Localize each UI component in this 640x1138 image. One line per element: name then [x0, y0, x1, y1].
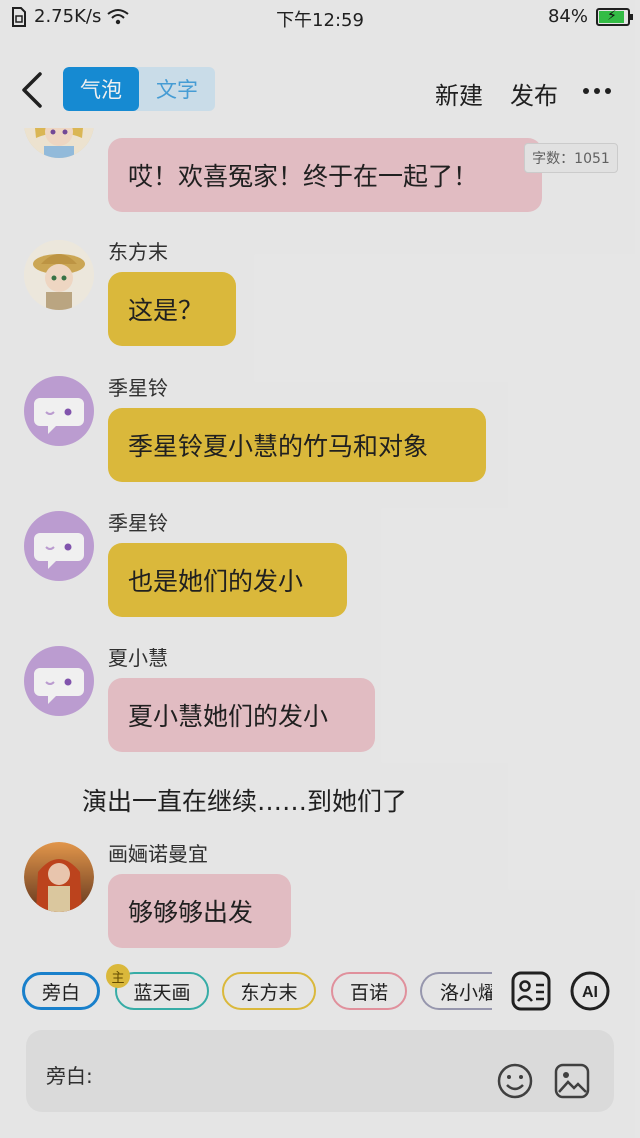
- sender-name: 东方末: [108, 240, 168, 264]
- message-bubble[interactable]: 夏小慧她们的发小: [108, 678, 375, 752]
- battery-icon: ⚡: [596, 7, 633, 26]
- image-icon: [554, 1063, 590, 1099]
- svg-text:AI: AI: [582, 984, 598, 1001]
- message-text: 季星铃夏小慧的竹马和对象: [128, 432, 429, 461]
- sender-name: 画婳诺曼宜: [108, 842, 208, 866]
- chip-label: 蓝天画: [133, 981, 191, 1004]
- chip-label: 东方末: [240, 981, 298, 1004]
- message-bubble[interactable]: 也是她们的发小: [108, 543, 347, 617]
- message-bubble[interactable]: 这是？: [108, 272, 236, 346]
- chip-bainuo[interactable]: 百诺: [331, 972, 407, 1010]
- emoji-button[interactable]: [496, 1062, 534, 1100]
- back-button[interactable]: [14, 68, 54, 112]
- message-bubble[interactable]: 季星铃夏小慧的竹马和对象: [108, 408, 486, 482]
- chip-narrator[interactable]: 旁白: [22, 972, 100, 1010]
- sender-name: 季星铃: [108, 376, 168, 400]
- chip-label: 洛小燿: [440, 981, 492, 1004]
- message-input[interactable]: 旁白:: [26, 1030, 614, 1112]
- message-text: 夏小慧她们的发小: [128, 702, 329, 731]
- default-chat-avatar[interactable]: [24, 511, 94, 581]
- chip-label: 旁白: [41, 981, 80, 1004]
- status-bar: 2.75K/s 下午12:59 84% ⚡: [0, 0, 640, 34]
- new-button[interactable]: 新建: [435, 76, 483, 111]
- chevron-left-icon: [22, 72, 42, 108]
- ai-icon: AI: [570, 971, 610, 1011]
- default-chat-avatar[interactable]: [24, 646, 94, 716]
- chip-dongfangmo[interactable]: 东方末: [222, 972, 316, 1010]
- message-text: 这是？: [128, 296, 204, 325]
- narration-text[interactable]: 演出一直在继续……到她们了: [82, 782, 407, 818]
- message-text: 也是她们的发小: [128, 567, 304, 596]
- message-bubble[interactable]: 够够够出发: [108, 874, 291, 948]
- publish-button[interactable]: 发布: [510, 76, 558, 111]
- character-selector: 旁白 蓝天画 主 东方末 百诺 洛小燿 AI: [0, 962, 640, 1020]
- sender-name: 季星铃: [108, 511, 168, 535]
- status-time: 下午12:59: [276, 10, 364, 31]
- boy-hat-avatar[interactable]: [24, 240, 94, 310]
- message-text: 够够够出发: [128, 898, 254, 927]
- chat-area[interactable]: 哎！欢喜冤家！终于在一起了！ 东方末 这是？ 季星铃 季星铃夏小慧的竹马和对象 …: [0, 128, 640, 948]
- contact-card-icon: [511, 971, 551, 1011]
- image-button[interactable]: [553, 1062, 591, 1100]
- battery-percent: 84%: [547, 6, 588, 27]
- red-hair-avatar[interactable]: [24, 842, 94, 912]
- input-speaker-label: 旁白:: [46, 1064, 93, 1088]
- mode-toggle: 气泡 文字: [63, 67, 215, 111]
- main-character-badge: 主: [106, 964, 130, 988]
- word-count-badge: 字数：1051: [524, 143, 618, 173]
- tab-bubble[interactable]: 气泡: [63, 67, 139, 111]
- ai-button[interactable]: AI: [569, 970, 611, 1012]
- default-chat-avatar[interactable]: [24, 376, 94, 446]
- message-bubble[interactable]: 哎！欢喜冤家！终于在一起了！: [108, 138, 542, 212]
- message-text: 哎！欢喜冤家！终于在一起了！: [128, 162, 479, 191]
- more-button[interactable]: [583, 88, 613, 96]
- chip-label: 百诺: [349, 981, 388, 1004]
- status-right: 84% ⚡: [547, 6, 633, 27]
- girl-yellow-avatar[interactable]: [24, 128, 94, 158]
- chip-luoxiaoyao[interactable]: 洛小燿: [420, 972, 492, 1010]
- tab-text[interactable]: 文字: [139, 67, 215, 111]
- sender-name: 夏小慧: [108, 646, 168, 670]
- header-bar: 气泡 文字 新建 发布: [0, 52, 640, 128]
- character-manage-button[interactable]: [510, 970, 552, 1012]
- smiley-icon: [497, 1063, 533, 1099]
